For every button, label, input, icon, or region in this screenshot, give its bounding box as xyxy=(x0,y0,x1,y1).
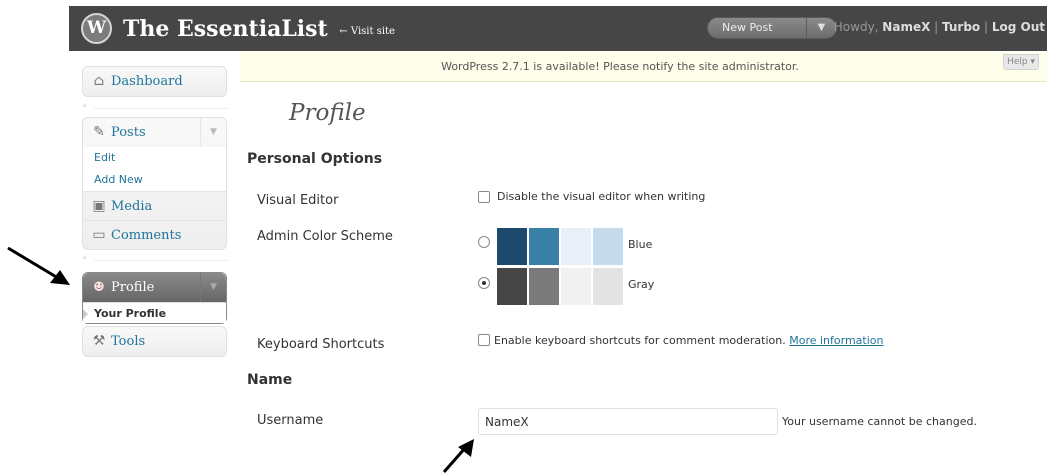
submenu-item-edit[interactable]: Edit xyxy=(83,147,226,169)
logout-link[interactable]: Log Out xyxy=(992,20,1045,34)
sidebar-item-label[interactable]: Posts xyxy=(111,125,146,140)
color-swatch[interactable] xyxy=(497,268,527,305)
annotation-arrow-icon xyxy=(7,246,70,285)
separator: | xyxy=(930,20,943,34)
admin-header: W The EssentiaList ← Visit site New Post… xyxy=(69,6,1047,51)
update-notice-text: WordPress 2.7.1 is available! Please not… xyxy=(441,60,799,73)
menu-separator[interactable]: « xyxy=(82,101,227,112)
chevron-down-icon[interactable]: ▼ xyxy=(200,118,226,147)
update-notice: WordPress 2.7.1 is available! Please not… xyxy=(240,52,1047,82)
pushpin-icon: ✎ xyxy=(93,124,105,140)
sidebar-group-posts: ✎ Posts ▼ Edit Add New ▣ Media ▭ Comments xyxy=(82,117,227,250)
new-post-label[interactable]: New Post xyxy=(722,21,773,34)
color-swatch[interactable] xyxy=(593,268,623,305)
users-icon: ☻ xyxy=(93,280,105,295)
username-link[interactable]: NameX xyxy=(882,20,930,34)
keyboard-shortcuts-checkbox[interactable] xyxy=(478,334,490,346)
visual-editor-option-text[interactable]: Disable the visual editor when writing xyxy=(497,190,705,203)
sidebar-item-dashboard[interactable]: ⌂ Dashboard xyxy=(82,66,227,97)
username-input[interactable] xyxy=(478,408,778,435)
submenu-item-add-new[interactable]: Add New xyxy=(83,169,226,191)
color-scheme-label: Admin Color Scheme xyxy=(257,229,393,244)
sidebar-item-label[interactable]: Dashboard xyxy=(111,74,183,89)
comment-bubble-icon: ▭ xyxy=(92,227,106,243)
posts-submenu: Edit Add New xyxy=(83,147,226,191)
chevron-down-icon[interactable]: ▼ xyxy=(200,273,226,302)
section-heading-personal-options: Personal Options xyxy=(247,151,383,167)
color-swatch[interactable] xyxy=(593,228,623,265)
media-icon: ▣ xyxy=(92,198,106,214)
color-swatch[interactable] xyxy=(561,228,591,265)
tools-icon: ⚒ xyxy=(92,333,106,349)
turbo-link[interactable]: Turbo xyxy=(942,20,980,34)
color-swatch[interactable] xyxy=(529,268,559,305)
sidebar-item-posts[interactable]: ✎ Posts ▼ xyxy=(83,118,226,147)
site-title-text[interactable]: The EssentiaList xyxy=(123,16,328,42)
howdy-text: Howdy, xyxy=(833,20,883,34)
collapse-arrow-icon[interactable]: « xyxy=(82,101,87,110)
color-scheme-radio-gray[interactable] xyxy=(478,277,490,289)
section-heading-name: Name xyxy=(247,372,293,388)
color-scheme-name-gray[interactable]: Gray xyxy=(628,278,654,291)
username-description: Your username cannot be changed. xyxy=(782,415,977,428)
sidebar-group-profile: ☻ Profile ▼ Your Profile xyxy=(82,272,227,324)
sidebar-item-label[interactable]: Comments xyxy=(111,228,181,243)
color-scheme-name-blue[interactable]: Blue xyxy=(628,238,652,251)
submenu-item-your-profile[interactable]: Your Profile xyxy=(83,302,226,323)
keyboard-shortcuts-label: Keyboard Shortcuts xyxy=(257,337,385,352)
color-swatch[interactable] xyxy=(529,228,559,265)
wordpress-logo-icon: W xyxy=(81,13,112,44)
visit-site-link[interactable]: ← Visit site xyxy=(339,26,395,37)
sidebar-item-label[interactable]: Profile xyxy=(111,280,154,295)
visual-editor-label: Visual Editor xyxy=(257,193,339,208)
username-label: Username xyxy=(257,413,324,428)
visual-editor-checkbox[interactable] xyxy=(478,191,490,203)
sidebar-item-media[interactable]: ▣ Media xyxy=(83,191,226,220)
sidebar-item-label[interactable]: Media xyxy=(111,199,152,214)
collapse-arrow-icon[interactable]: « xyxy=(82,253,87,262)
more-information-link[interactable]: More information xyxy=(789,334,883,347)
sidebar-item-tools[interactable]: ⚒ Tools xyxy=(82,326,227,357)
sidebar-item-label[interactable]: Tools xyxy=(111,334,145,349)
help-tab[interactable]: Help ▾ xyxy=(1003,54,1039,70)
site-title[interactable]: The EssentiaList ← Visit site xyxy=(123,16,395,42)
keyboard-shortcuts-text[interactable]: Enable keyboard shortcuts for comment mo… xyxy=(494,334,786,347)
color-scheme-radio-blue[interactable] xyxy=(478,236,490,248)
new-post-button[interactable]: New Post ▼ xyxy=(707,17,837,39)
sidebar-item-comments[interactable]: ▭ Comments xyxy=(83,220,226,249)
color-swatch[interactable] xyxy=(561,268,591,305)
sidebar-item-profile[interactable]: ☻ Profile ▼ xyxy=(83,273,226,302)
chevron-down-icon[interactable]: ▼ xyxy=(806,18,836,38)
page-title: Profile xyxy=(289,100,366,126)
home-icon: ⌂ xyxy=(93,73,105,89)
color-swatch[interactable] xyxy=(497,228,527,265)
keyboard-shortcuts-option: Enable keyboard shortcuts for comment mo… xyxy=(494,334,883,347)
separator: | xyxy=(980,20,992,34)
menu-separator[interactable]: « xyxy=(82,253,227,264)
user-greeting: Howdy, NameX | Turbo | Log Out xyxy=(834,20,1045,34)
